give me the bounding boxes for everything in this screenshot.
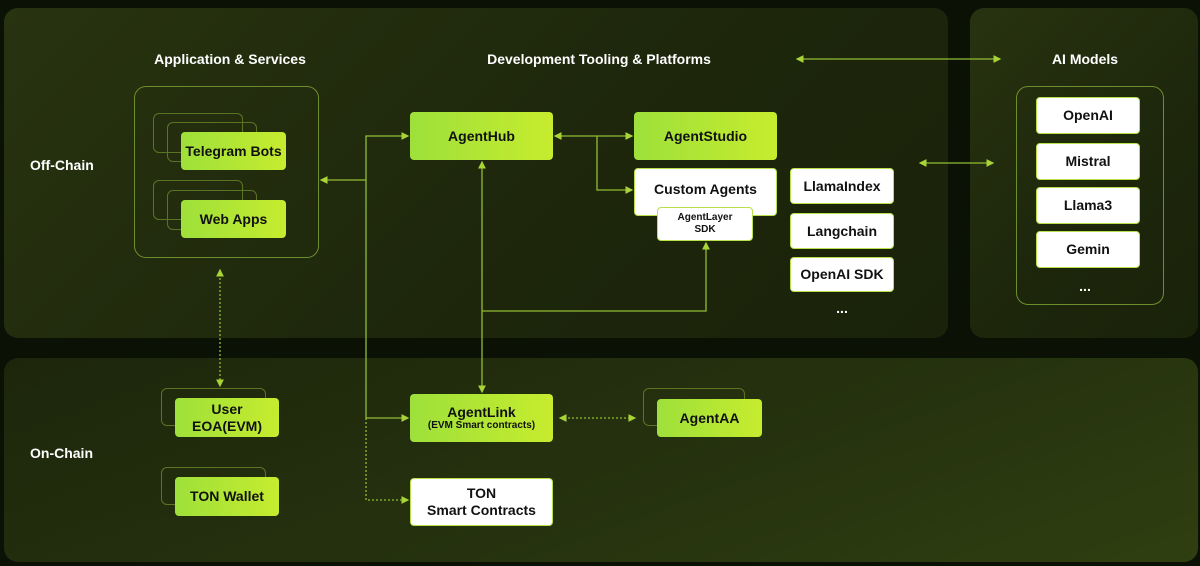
- model-llama3[interactable]: Llama3: [1036, 187, 1140, 224]
- sdk-line2: SDK: [694, 224, 716, 235]
- ai-models-heading: AI Models: [1051, 51, 1119, 67]
- hub-custom-arrow: [596, 136, 634, 194]
- frameworks-more: ...: [836, 300, 848, 316]
- dotted-to-ton-sc: [365, 418, 410, 504]
- custom-agents-label: Custom Agents: [654, 181, 757, 197]
- telegram-bots-box[interactable]: Telegram Bots: [181, 132, 286, 170]
- dev-tooling-heading: Development Tooling & Platforms: [487, 51, 711, 67]
- agentlink-label: AgentLink: [447, 403, 516, 420]
- app-services-heading: Application & Services: [154, 51, 306, 67]
- line-to-sdk: [482, 241, 710, 312]
- agenthub-box[interactable]: AgentHub: [410, 112, 553, 160]
- user-line2: EOA(EVM): [192, 417, 262, 434]
- off-chain-label: Off-Chain: [30, 157, 94, 173]
- user-eoa-box[interactable]: User EOA(EVM): [175, 398, 279, 437]
- line-trunk: [365, 132, 410, 418]
- ton-smart-contracts-box[interactable]: TON Smart Contracts: [410, 478, 553, 526]
- ton-wallet-box[interactable]: TON Wallet: [175, 477, 279, 516]
- web-apps-box[interactable]: Web Apps: [181, 200, 286, 238]
- agentlink-sub: (EVM Smart contracts): [427, 420, 536, 432]
- model-openai[interactable]: OpenAI: [1036, 97, 1140, 134]
- on-chain-label: On-Chain: [30, 445, 93, 461]
- models-more: ...: [1079, 278, 1091, 294]
- agentstudio-box[interactable]: AgentStudio: [634, 112, 777, 160]
- model-gemin[interactable]: Gemin: [1036, 231, 1140, 268]
- agentaa-box[interactable]: AgentAA: [657, 399, 762, 437]
- framework-langchain[interactable]: Langchain: [790, 213, 894, 249]
- agentlayer-sdk-box[interactable]: AgentLayer SDK: [657, 207, 753, 241]
- user-line1: User: [211, 400, 243, 417]
- sdk-line1: AgentLayer: [677, 212, 733, 223]
- agentlink-box[interactable]: AgentLink (EVM Smart contracts): [410, 394, 553, 442]
- model-mistral[interactable]: Mistral: [1036, 143, 1140, 180]
- framework-openai-sdk[interactable]: OpenAI SDK: [790, 257, 894, 292]
- ton-sc-line2: Smart Contracts: [427, 502, 536, 518]
- ton-sc-line1: TON: [466, 485, 497, 502]
- framework-llamaindex[interactable]: LlamaIndex: [790, 168, 894, 204]
